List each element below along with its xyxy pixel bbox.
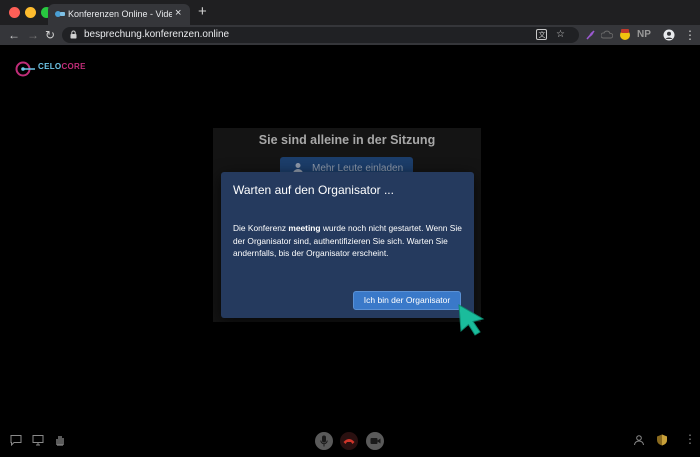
hangup-button[interactable] <box>340 432 358 450</box>
chat-icon[interactable] <box>10 434 22 446</box>
url-text: besprechung.konferenzen.online <box>84 29 230 40</box>
raise-hand-icon[interactable] <box>54 434 66 446</box>
tab-title: Konferenzen Online - Video Ko <box>68 9 172 19</box>
waiting-for-organizer-dialog: Warten auf den Organisator ... Die Konfe… <box>221 172 474 318</box>
meeting-toolbar: ⋮ <box>0 424 700 457</box>
microphone-icon <box>320 435 328 447</box>
browser-toolbar: ← → ↻ besprechung.konferenzen.online 文 ☆… <box>0 25 700 45</box>
browser-title-bar: Konferenzen Online - Video Ko × + <box>0 0 700 25</box>
profile-avatar-icon[interactable] <box>663 29 675 41</box>
bookmark-star-icon[interactable]: ☆ <box>556 29 565 41</box>
feather-extension-icon[interactable] <box>585 29 596 40</box>
reload-button[interactable]: ↻ <box>45 27 55 43</box>
browser-tab[interactable]: Konferenzen Online - Video Ko × <box>48 4 190 25</box>
new-tab-button[interactable]: + <box>198 4 207 20</box>
microphone-button[interactable] <box>315 432 333 450</box>
security-shield-icon[interactable] <box>656 434 668 446</box>
celocore-logo: CELOCORE <box>15 60 95 80</box>
site-favicon-icon <box>55 11 65 17</box>
pointer-cursor-icon <box>458 304 485 336</box>
emoji-extension-icon[interactable] <box>619 28 631 41</box>
alone-title: Sie sind alleine in der Sitzung <box>258 133 436 147</box>
more-options-icon[interactable]: ⋮ <box>684 432 696 446</box>
browser-menu-icon[interactable]: ⋮ <box>684 27 696 43</box>
lock-icon <box>70 30 77 39</box>
svg-text:文: 文 <box>539 30 546 39</box>
tab-close-icon[interactable]: × <box>175 7 181 20</box>
hangup-phone-icon <box>343 439 355 444</box>
back-button[interactable]: ← <box>8 27 20 43</box>
close-window-button[interactable] <box>9 7 20 18</box>
dialog-message: Die Konferenz meeting wurde noch nicht g… <box>233 222 466 260</box>
dialog-body-pre: Die Konferenz <box>233 223 289 233</box>
address-bar[interactable]: besprechung.konferenzen.online 文 ☆ <box>62 27 579 43</box>
camera-button[interactable] <box>366 432 384 450</box>
np-extension-icon[interactable]: NP <box>637 27 651 43</box>
celocore-logo-mark-icon <box>15 61 35 77</box>
meeting-stage: CELOCORE Sie sind alleine in der Sitzung… <box>0 45 700 457</box>
participants-icon[interactable] <box>633 434 645 446</box>
dialog-conference-name: meeting <box>288 223 321 233</box>
dialog-title: Warten auf den Organisator ... <box>233 183 394 197</box>
logo-brand-a: CELO <box>38 62 62 71</box>
minimize-window-button[interactable] <box>25 7 36 18</box>
cloud-extension-icon[interactable] <box>601 29 613 40</box>
screen-share-icon[interactable] <box>32 434 44 446</box>
logo-brand-b: CORE <box>61 62 86 71</box>
i-am-organizer-button[interactable]: Ich bin der Organisator <box>353 291 461 310</box>
translate-icon[interactable]: 文 <box>536 29 547 40</box>
logo-wordmark: CELOCORE <box>38 62 86 71</box>
camera-icon <box>370 438 381 444</box>
forward-button[interactable]: → <box>27 27 39 43</box>
